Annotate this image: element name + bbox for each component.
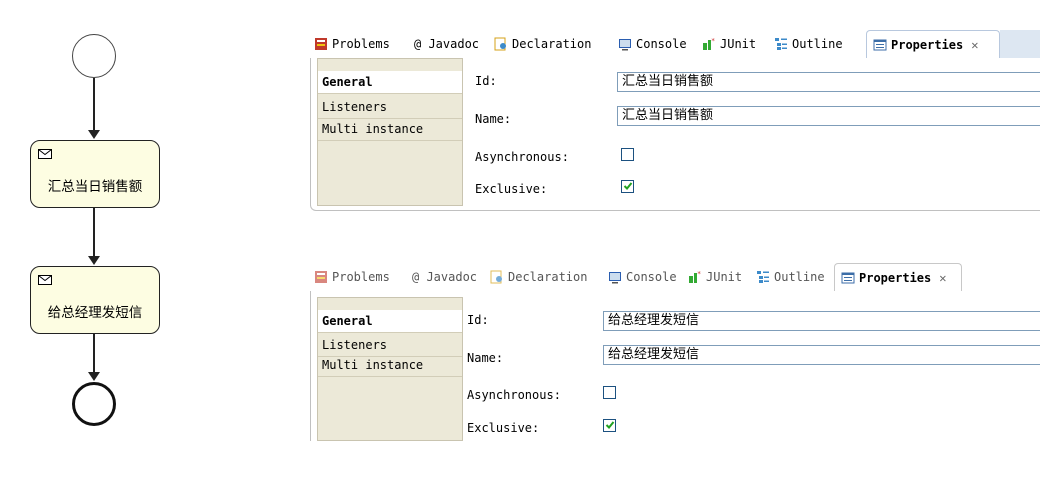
arrow-head (88, 256, 100, 265)
tab-junit[interactable]: * JUnit (688, 263, 742, 291)
junit-icon: * (702, 37, 716, 51)
tab-properties[interactable]: Properties ✕ (834, 263, 962, 291)
bpmn-diagram: 汇总当日销售额 给总经理发短信 (0, 0, 200, 495)
close-icon[interactable]: ✕ (939, 271, 946, 285)
problems-icon (314, 270, 328, 284)
id-field[interactable]: 给总经理发短信 (603, 311, 1040, 331)
arrow-head (88, 130, 100, 139)
problems-icon (314, 37, 328, 51)
id-label: Id: (467, 313, 489, 327)
tab-problems[interactable]: Problems (314, 30, 390, 58)
name-label: Name: (467, 351, 504, 365)
sidebar-item-general[interactable]: General (318, 310, 462, 333)
tab-declaration[interactable]: Declaration (494, 30, 591, 58)
name-label: Name: (475, 112, 512, 126)
asynchronous-label: Asynchronous: (475, 150, 569, 164)
tab-properties[interactable]: Properties ✕ (866, 30, 1000, 58)
name-field[interactable]: 给总经理发短信 (603, 345, 1040, 365)
check-icon (623, 182, 633, 190)
properties-icon (873, 38, 887, 52)
properties-icon (841, 271, 855, 285)
tab-junit[interactable]: * JUnit (702, 30, 756, 58)
asynchronous-checkbox[interactable] (603, 386, 616, 399)
task-send-sales-summary[interactable]: 汇总当日销售额 (30, 140, 160, 208)
end-event[interactable] (72, 382, 116, 426)
start-event[interactable] (72, 34, 116, 78)
properties-body: General Listeners Multi instance Id: 给总经… (310, 291, 1040, 441)
mail-icon (38, 275, 52, 285)
arrow-head (88, 372, 100, 381)
asynchronous-checkbox[interactable] (621, 148, 634, 161)
tab-javadoc[interactable]: @ Javadoc (412, 263, 477, 291)
outline-icon (774, 37, 788, 51)
view-tab-bar: Problems @ Javadoc Declaration Console *… (310, 30, 1040, 58)
console-icon (608, 270, 622, 284)
sequence-flow (93, 208, 95, 256)
exclusive-checkbox[interactable] (603, 419, 616, 432)
exclusive-label: Exclusive: (467, 421, 540, 435)
check-icon (605, 421, 615, 429)
asynchronous-label: Asynchronous: (467, 388, 561, 402)
declaration-icon (494, 37, 508, 51)
name-field[interactable]: 汇总当日销售额 (617, 106, 1040, 126)
svg-text:*: * (697, 270, 701, 278)
id-field[interactable]: 汇总当日销售额 (617, 72, 1040, 92)
tab-problems[interactable]: Problems (314, 263, 390, 291)
task-label: 给总经理发短信 (47, 305, 143, 321)
properties-view-2: Problems @ Javadoc Declaration Console *… (310, 263, 1040, 443)
sequence-flow (93, 78, 95, 130)
sequence-flow (93, 334, 95, 372)
properties-view-1: Problems @ Javadoc Declaration Console *… (310, 30, 1040, 211)
properties-sidebar: General Listeners Multi instance (317, 58, 463, 206)
tab-outline[interactable]: Outline (756, 263, 825, 291)
tab-console[interactable]: Console (608, 263, 677, 291)
sidebar-item-listeners[interactable]: Listeners (318, 96, 462, 119)
exclusive-checkbox[interactable] (621, 180, 634, 193)
sidebar-item-multi-instance[interactable]: Multi instance (318, 354, 462, 377)
declaration-icon (490, 270, 504, 284)
task-label: 汇总当日销售额 (47, 179, 143, 195)
tab-declaration[interactable]: Declaration (490, 263, 587, 291)
sidebar-item-general[interactable]: General (318, 71, 462, 94)
id-label: Id: (475, 74, 497, 88)
properties-sidebar: General Listeners Multi instance (317, 297, 463, 441)
console-icon (618, 37, 632, 51)
close-icon[interactable]: ✕ (971, 38, 978, 52)
sidebar-item-multi-instance[interactable]: Multi instance (318, 118, 462, 141)
junit-icon: * (688, 270, 702, 284)
tab-javadoc[interactable]: @ Javadoc (414, 30, 479, 58)
mail-icon (38, 149, 52, 159)
outline-icon (756, 270, 770, 284)
tab-console[interactable]: Console (618, 30, 687, 58)
view-tab-bar: Problems @ Javadoc Declaration Console *… (310, 263, 1040, 291)
task-sms-manager[interactable]: 给总经理发短信 (30, 266, 160, 334)
svg-text:*: * (711, 37, 715, 45)
tab-bar-fill (1000, 30, 1040, 58)
properties-body: General Listeners Multi instance Id: 汇总当… (310, 58, 1040, 211)
tab-outline[interactable]: Outline (774, 30, 843, 58)
exclusive-label: Exclusive: (475, 182, 548, 196)
